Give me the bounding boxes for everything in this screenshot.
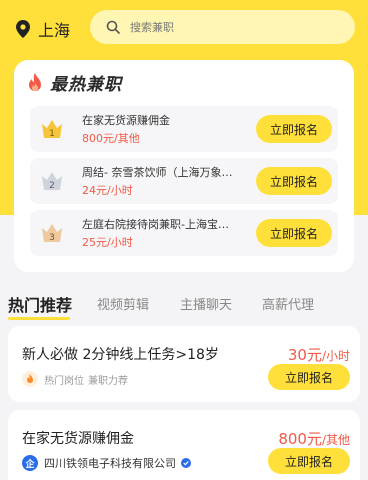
hot-jobs-header: 最热兼职 (26, 70, 122, 95)
tab-hot-recommend[interactable]: 热门推荐 (8, 292, 72, 316)
verified-icon (181, 458, 191, 468)
job-tags: 热门岗位 兼职力荐 (22, 371, 128, 387)
signup-button[interactable]: 立即报名 (256, 219, 332, 247)
category-tabs: 热门推荐 视频剪辑 主播聊天 高薪代理 (0, 286, 368, 322)
job-title: 在家无货源赚佣金 (22, 431, 134, 447)
hot-job-title: 左庭右院接待岗兼职-上海宝… (82, 218, 229, 231)
svg-text:2: 2 (49, 181, 55, 191)
hot-jobs-card: 最热兼职 1 在家无货源赚佣金 800元/其他 立即报名 2 周结- 奈雪茶饮师… (14, 60, 354, 272)
job-tag: 热门岗位 (44, 375, 84, 387)
svg-text:3: 3 (49, 233, 55, 243)
hot-job-price: 25元/小时 (82, 236, 133, 249)
signup-button[interactable]: 立即报名 (268, 364, 350, 390)
rank-badge-gold-icon: 1 (40, 118, 64, 140)
job-card[interactable]: 新人必做 2分钟线上任务>18岁 30元/小时 热门岗位 兼职力荐 立即报名 (8, 326, 360, 402)
job-pay: 800元/其他 (278, 430, 350, 448)
hot-job-price: 800元/其他 (82, 132, 140, 145)
hot-job-item[interactable]: 2 周结- 奈雪茶饮师（上海万象… 24元/小时 立即报名 (30, 158, 338, 204)
job-tag: 兼职力荐 (88, 375, 128, 387)
company-name: 四川铁领电子科技有限公司 (44, 457, 176, 470)
signup-button[interactable]: 立即报名 (268, 448, 350, 474)
signup-button[interactable]: 立即报名 (256, 167, 332, 195)
job-pay: 30元/小时 (287, 346, 350, 364)
signup-button[interactable]: 立即报名 (256, 115, 332, 143)
hot-job-price: 24元/小时 (82, 184, 133, 197)
job-title: 新人必做 2分钟线上任务>18岁 (22, 347, 219, 363)
rank-badge-silver-icon: 2 (40, 170, 64, 192)
top-bar: 上海 (0, 0, 368, 56)
hot-job-title: 在家无货源赚佣金 (82, 114, 170, 127)
svg-text:1: 1 (49, 129, 55, 139)
fire-badge-icon (22, 371, 38, 387)
search-input[interactable] (130, 20, 330, 34)
company-info: 企 四川铁领电子科技有限公司 (22, 455, 191, 471)
active-tab-indicator (8, 317, 70, 320)
hot-job-item[interactable]: 1 在家无货源赚佣金 800元/其他 立即报名 (30, 106, 338, 152)
location-label: 上海 (38, 21, 71, 40)
hot-jobs-title: 最热兼职 (50, 75, 122, 95)
job-card[interactable]: 在家无货源赚佣金 800元/其他 企 四川铁领电子科技有限公司 立即报名 (8, 410, 360, 480)
location-pin-icon (16, 20, 30, 38)
hot-job-item[interactable]: 3 左庭右院接待岗兼职-上海宝… 25元/小时 立即报名 (30, 210, 338, 256)
tab-streamer-chat[interactable]: 主播聊天 (180, 294, 232, 313)
location-selector[interactable]: 上海 (16, 17, 70, 41)
flame-icon (29, 72, 41, 91)
rank-badge-bronze-icon: 3 (40, 222, 64, 244)
hot-job-title: 周结- 奈雪茶饮师（上海万象… (82, 166, 233, 179)
tab-video-editing[interactable]: 视频剪辑 (97, 294, 149, 313)
search-bar[interactable] (90, 10, 355, 44)
tab-high-pay-agent[interactable]: 高薪代理 (262, 294, 314, 313)
search-icon (106, 20, 120, 34)
company-icon: 企 (22, 455, 38, 471)
